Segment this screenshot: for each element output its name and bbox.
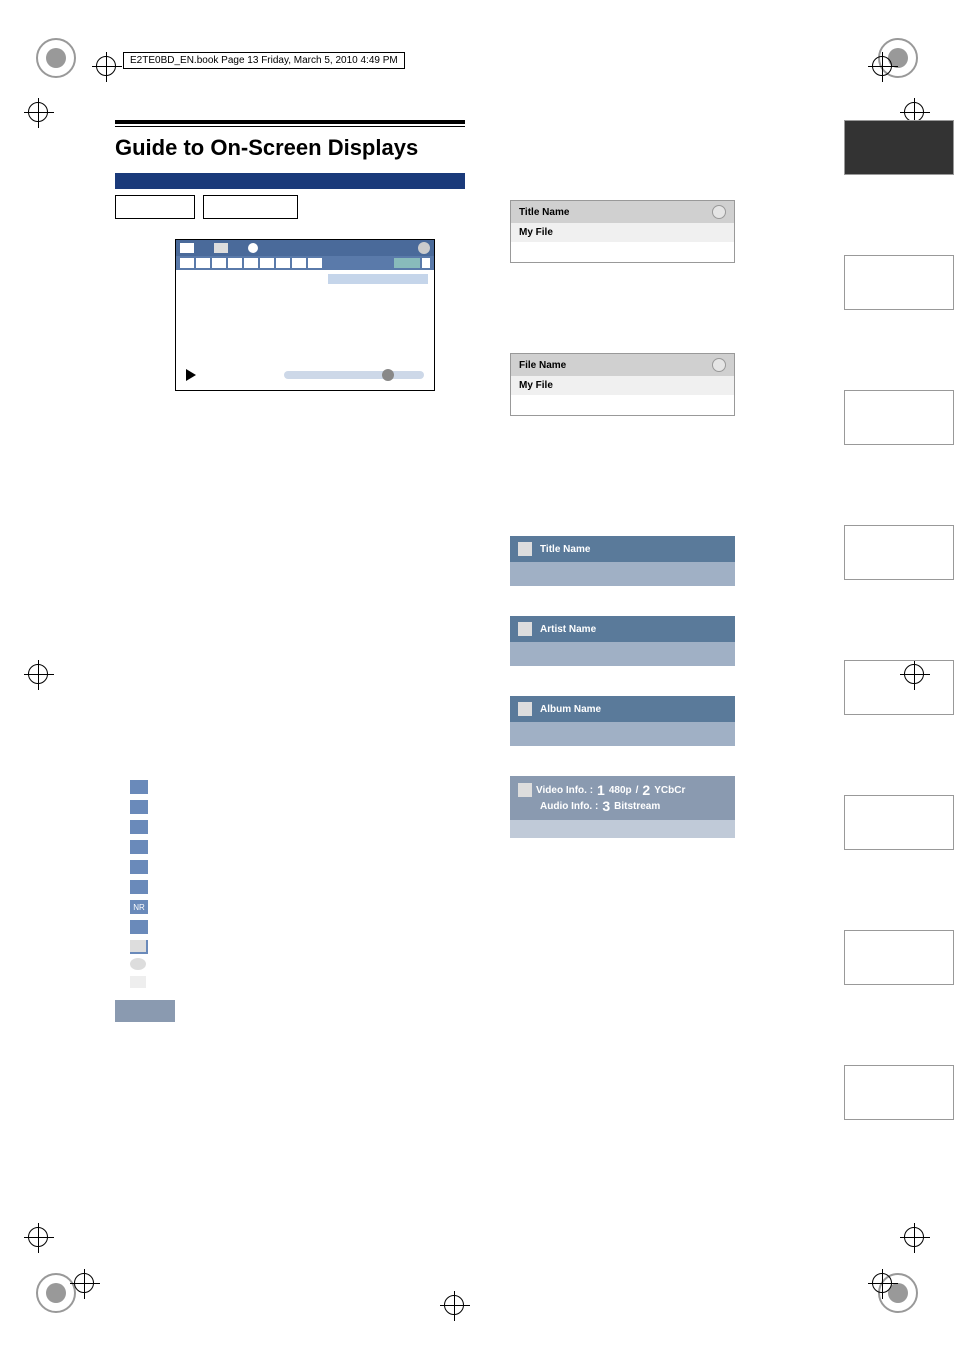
disc-icon	[712, 358, 726, 372]
artist-name-bar: Artist Name	[510, 616, 735, 666]
video-res: 480p	[609, 785, 632, 796]
side-tab	[844, 255, 954, 310]
sep: /	[636, 785, 639, 796]
audio-fmt: Bitstream	[614, 801, 660, 812]
side-tab	[844, 795, 954, 850]
crosshair	[24, 98, 54, 128]
audio-icon	[130, 800, 148, 814]
progress-bar[interactable]	[284, 371, 424, 379]
nr-icon: NR	[130, 900, 148, 914]
disc-icon	[712, 205, 726, 219]
disc-small-icon	[130, 958, 146, 970]
title-name-panel: Title Name My File	[510, 200, 735, 263]
audio-icon	[196, 258, 210, 268]
panel-footer	[510, 820, 735, 838]
file-name-panel: File Name My File	[510, 353, 735, 416]
subtitle-icon	[130, 820, 148, 834]
video-info-label: Video Info. :	[536, 785, 593, 796]
nr-icon	[276, 258, 290, 268]
osd-tab	[214, 243, 228, 253]
crosshair	[24, 1223, 54, 1253]
reg-mark	[36, 38, 76, 78]
panel-value: My File	[511, 376, 734, 395]
side-tab	[844, 660, 954, 715]
info-row	[328, 274, 428, 284]
panel-header: File Name	[511, 354, 734, 376]
side-tab	[844, 390, 954, 445]
osd-footer	[176, 360, 434, 390]
callout-1: 1	[597, 782, 605, 798]
magnify-icon	[180, 258, 194, 268]
crosshair	[868, 52, 898, 82]
album-icon	[518, 702, 532, 716]
clock-icon	[248, 243, 258, 253]
side-tab	[844, 930, 954, 985]
artist-icon	[518, 622, 532, 636]
panel-title: File Name	[519, 360, 566, 371]
gray-block	[115, 1000, 175, 1022]
indicator	[422, 258, 430, 268]
side-tab	[844, 120, 954, 175]
rule	[115, 120, 465, 124]
progress-thumb[interactable]	[382, 369, 394, 381]
angle-icon	[228, 258, 242, 268]
album-name-bar: Album Name	[510, 696, 735, 746]
bar-label: Album Name	[540, 704, 601, 715]
section-bar	[115, 173, 465, 189]
disc-info-icon	[292, 258, 306, 268]
repeat-icon	[244, 258, 258, 268]
magnify-icon	[130, 780, 148, 794]
source-icons	[130, 940, 146, 988]
crosshair	[24, 660, 54, 690]
crosshair	[70, 1269, 100, 1299]
repeat-icon	[130, 860, 148, 874]
crosshair	[440, 1291, 470, 1321]
sd-icon	[130, 940, 146, 952]
panel-header: Title Name	[511, 201, 734, 223]
icon-legend: NR	[130, 780, 148, 954]
indicator	[394, 258, 420, 268]
page-title: Guide to On-Screen Displays	[115, 135, 845, 161]
crosshair	[868, 1269, 898, 1299]
disc-info-icon	[130, 920, 148, 934]
bar-label: Title Name	[540, 544, 590, 555]
rule	[115, 126, 465, 127]
book-header: E2TE0BD_EN.book Page 13 Friday, March 5,…	[123, 52, 405, 69]
marker-icon	[260, 258, 274, 268]
callout-3: 3	[602, 798, 610, 814]
crosshair	[900, 1223, 930, 1253]
panel-value: My File	[511, 223, 734, 242]
empty-box	[115, 195, 195, 219]
angle-icon	[130, 840, 148, 854]
marker-icon	[130, 880, 148, 894]
title-name-bar: Title Name	[510, 536, 735, 586]
audio-info-label: Audio Info. :	[540, 801, 598, 812]
osd-toolbar	[176, 256, 434, 270]
setup-icon	[308, 258, 322, 268]
subtitle-icon	[212, 258, 226, 268]
empty-box	[203, 195, 298, 219]
side-tabs	[844, 120, 954, 1120]
osd-body	[176, 270, 434, 360]
video-audio-panel: Video Info. : 1 480p / 2 YCbCr Audio Inf…	[510, 776, 735, 820]
play-icon	[186, 369, 196, 381]
side-tab	[844, 525, 954, 580]
osd-titlebar	[176, 240, 434, 256]
panel-title: Title Name	[519, 207, 569, 218]
side-tab	[844, 1065, 954, 1120]
disc-icon	[418, 242, 430, 254]
bar-label: Artist Name	[540, 624, 596, 635]
info-icon	[518, 783, 532, 797]
usb-icon	[130, 976, 146, 988]
osd-tab	[180, 243, 194, 253]
video-cs: YCbCr	[654, 785, 685, 796]
crosshair	[92, 52, 122, 82]
osd-mockup	[175, 239, 435, 391]
music-icon	[518, 542, 532, 556]
callout-2: 2	[642, 782, 650, 798]
